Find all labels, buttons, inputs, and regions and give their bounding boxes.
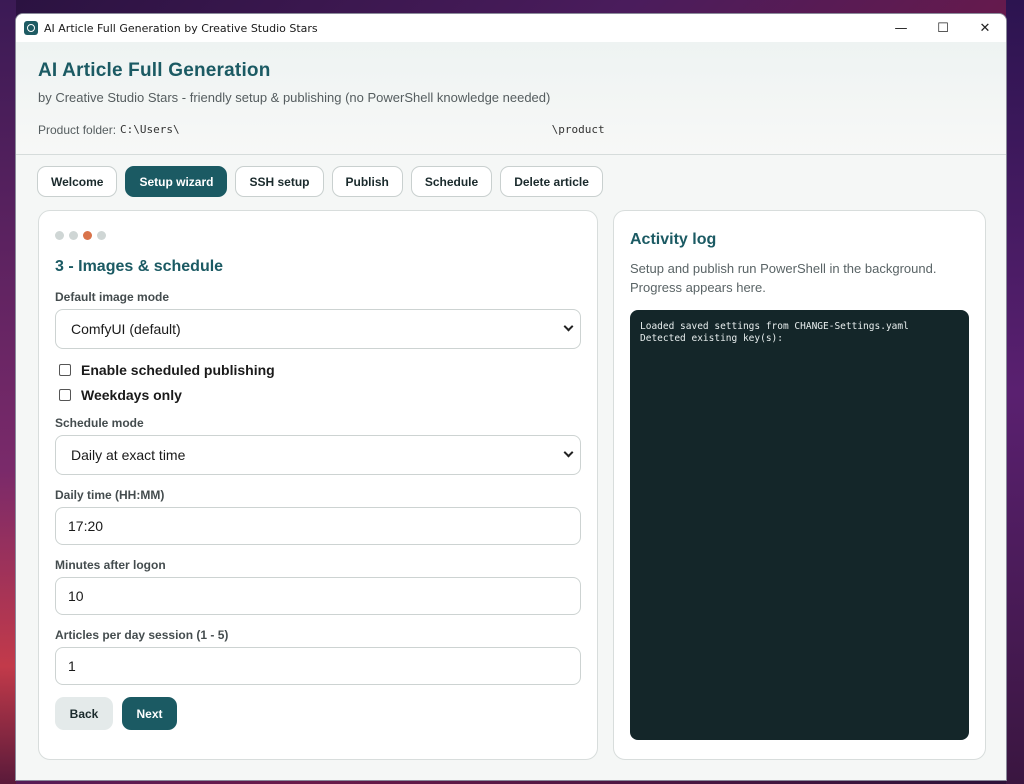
step-dot-current — [83, 231, 92, 240]
product-folder-path-start: C:\Users\ — [120, 123, 180, 136]
product-folder: Product folder: C:\Users\ \product — [38, 123, 1006, 137]
activity-log-panel: Activity log Setup and publish run Power… — [613, 210, 986, 760]
schedule-mode-select[interactable]: Daily at exact time — [55, 435, 581, 475]
step-dot — [69, 231, 78, 240]
chevron-down-icon — [563, 321, 574, 332]
step-dot — [55, 231, 64, 240]
weekdays-only-row[interactable]: Weekdays only — [55, 387, 581, 403]
app-window: AI Article Full Generation by Creative S… — [15, 13, 1007, 781]
step-dot — [97, 231, 106, 240]
articles-per-day-label: Articles per day session (1 - 5) — [55, 628, 229, 642]
activity-log-output[interactable]: Loaded saved settings from CHANGE-Settin… — [630, 310, 969, 740]
activity-log-title: Activity log — [630, 231, 717, 248]
enable-scheduled-row[interactable]: Enable scheduled publishing — [55, 362, 581, 378]
image-mode-select[interactable]: ComfyUI (default) — [55, 309, 581, 349]
enable-scheduled-checkbox[interactable] — [59, 364, 71, 376]
enable-scheduled-label: Enable scheduled publishing — [81, 362, 275, 378]
tab-welcome[interactable]: Welcome — [37, 166, 118, 197]
product-folder-label: Product folder: — [38, 123, 117, 137]
log-line: Detected existing key(s): — [640, 333, 783, 344]
title-bar[interactable]: AI Article Full Generation by Creative S… — [16, 14, 1006, 42]
maximize-button[interactable]: ☐ — [922, 14, 964, 42]
app-subtitle: by Creative Studio Stars - friendly setu… — [38, 90, 551, 105]
next-button[interactable]: Next — [122, 697, 177, 730]
weekdays-only-label: Weekdays only — [81, 387, 182, 403]
back-button[interactable]: Back — [55, 697, 113, 730]
image-mode-label: Default image mode — [55, 290, 170, 304]
wizard-panel: 3 - Images & schedule Default image mode… — [38, 210, 598, 760]
minimize-button[interactable]: — — [880, 14, 922, 42]
close-button[interactable]: ✕ — [964, 14, 1006, 42]
articles-per-day-input[interactable]: 1 — [55, 647, 581, 685]
activity-log-description: Setup and publish run PowerShell in the … — [630, 261, 937, 295]
minutes-after-logon-label: Minutes after logon — [55, 558, 166, 572]
step-indicator — [55, 231, 581, 241]
tab-ssh-setup[interactable]: SSH setup — [235, 166, 324, 197]
app-title: AI Article Full Generation — [38, 60, 271, 81]
weekdays-only-checkbox[interactable] — [59, 389, 71, 401]
window-title: AI Article Full Generation by Creative S… — [44, 21, 318, 35]
daily-time-input[interactable]: 17:20 — [55, 507, 581, 545]
schedule-mode-value: Daily at exact time — [71, 447, 186, 463]
step-title: 3 - Images & schedule — [55, 258, 224, 275]
schedule-mode-label: Schedule mode — [55, 416, 144, 430]
chevron-down-icon — [563, 447, 574, 458]
tab-setup-wizard[interactable]: Setup wizard — [125, 166, 228, 197]
tab-schedule[interactable]: Schedule — [410, 166, 493, 197]
tab-delete-article[interactable]: Delete article — [500, 166, 603, 197]
log-line: Loaded saved settings from CHANGE-Settin… — [640, 321, 909, 332]
product-folder-path-end: \product — [551, 123, 605, 136]
daily-time-label: Daily time (HH:MM) — [55, 488, 165, 502]
app-header: AI Article Full Generation by Creative S… — [16, 42, 1006, 155]
tab-publish[interactable]: Publish — [331, 166, 403, 197]
tab-bar: Welcome Setup wizard SSH setup Publish S… — [16, 155, 1006, 209]
minutes-after-logon-input[interactable]: 10 — [55, 577, 581, 615]
image-mode-value: ComfyUI (default) — [71, 321, 181, 337]
wizard-nav: Back Next — [55, 697, 581, 730]
app-icon — [24, 21, 38, 35]
